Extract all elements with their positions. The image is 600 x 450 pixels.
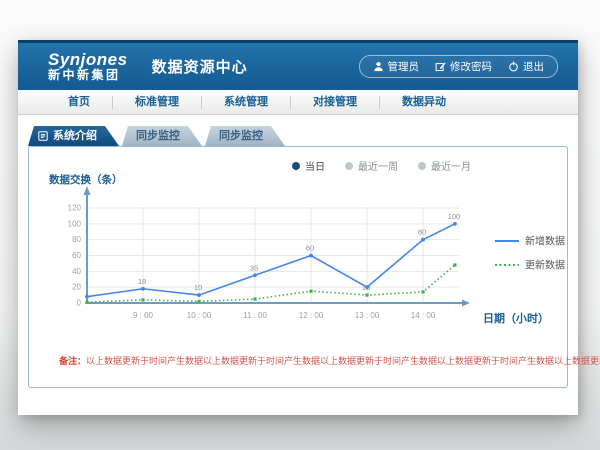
radio-icon [292,162,300,170]
data-point [309,254,313,258]
radio-icon [418,162,426,170]
change-password-button[interactable]: 修改密码 [435,59,492,74]
x-axis-arrow-icon [462,300,470,307]
nav-item-2[interactable]: 标准管理 [113,90,201,115]
tab-3[interactable]: 同步监控 [205,126,285,146]
data-point [85,301,88,304]
y-axis-title: 数据交换（条） [48,173,123,186]
y-tick-label: 60 [72,251,81,260]
logo-subtitle: 新中新集团 [48,69,128,82]
person-icon [373,61,384,72]
nav-item-4[interactable]: 对接管理 [291,90,379,115]
data-point [85,295,89,299]
data-point [421,238,425,242]
logout-button[interactable]: 退出 [508,59,544,74]
data-point [253,273,257,277]
edit-icon [435,61,446,72]
user-label: 管理员 [388,59,420,74]
document-icon [38,131,48,141]
data-point [453,263,456,266]
footnote-text: 以上数据更新于时间产生数据以上数据更新于时间产生数据以上数据更新于时间产生数据以… [86,356,600,366]
data-point-label: 60 [306,244,314,253]
tab-bar: 系统介绍 同步监控 同步监控 [28,126,578,146]
data-point [197,293,201,297]
data-point-label: 35 [250,263,258,272]
y-tick-label: 20 [72,283,81,292]
data-point [141,287,145,291]
main-nav: 首页标准管理系统管理对接管理数据异动 [18,90,578,115]
data-point [365,293,368,296]
data-point [453,222,457,226]
y-tick-label: 100 [68,219,82,228]
y-tick-label: 120 [68,204,82,213]
user-menu-button[interactable]: 管理员 [373,59,420,74]
x-tick-label: 11 : 00 [243,311,267,320]
app-header: Synjones 新中新集团 数据资源中心 管理员 修改 [18,40,578,90]
line-chart: 0 20 40 60 80 100 120 9 : 00 10 : 00 11 : 00 12 : … [47,171,592,341]
power-icon [508,61,519,72]
tab-1-active[interactable]: 系统介绍 [28,126,119,146]
tab-label: 同步监控 [136,126,180,146]
data-point [197,300,200,303]
footnote: 备注：以上数据更新于时间产生数据以上数据更新于时间产生数据以上数据更新于时间产生… [29,354,567,367]
footnote-prefix: 备注： [59,356,86,366]
data-point [309,290,312,293]
legend-label: 新增数据 [525,235,565,248]
data-point-label: 100 [448,212,461,221]
tab-label: 系统介绍 [53,126,97,146]
content-panel: 当日最近一周最近一月 0204060801001209 : 0010 : 001… [28,146,568,388]
data-point-label: 80 [418,228,426,237]
data-point-label: 18 [138,277,146,286]
logo: Synjones 新中新集团 [48,51,128,81]
x-tick-label: 13 : 00 [355,311,380,320]
legend-label: 更新数据 [525,259,565,272]
tab-2[interactable]: 同步监控 [122,126,202,146]
app-window: Synjones 新中新集团 数据资源中心 管理员 修改 [18,40,578,415]
y-tick-label: 40 [72,267,81,276]
change-password-label: 修改密码 [450,59,492,74]
x-tick-label: 12 : 00 [299,311,324,320]
data-point [253,297,256,300]
data-point [141,298,144,301]
nav-item-1[interactable]: 首页 [46,90,112,115]
x-tick-label: 10 : 00 [187,311,212,320]
nav-item-3[interactable]: 系统管理 [202,90,290,115]
x-tick-label: 14 : 00 [411,311,436,320]
y-tick-label: 80 [72,235,81,244]
x-tick-label: 9 : 00 [133,311,154,320]
logo-brand: Synjones [48,51,128,69]
data-point [421,290,424,293]
logout-label: 退出 [523,59,544,74]
data-point-label: 10 [362,283,370,292]
radio-icon [345,162,353,170]
x-axis-title: 日期（小时） [483,311,549,325]
tab-label: 同步监控 [219,126,263,146]
user-toolbar: 管理员 修改密码 退出 [359,55,559,78]
nav-item-5[interactable]: 数据异动 [380,90,468,115]
y-tick-label: 0 [77,299,82,308]
data-point-label: 10 [194,283,202,292]
page-title: 数据资源中心 [152,56,248,77]
y-axis-arrow-icon [84,186,91,195]
